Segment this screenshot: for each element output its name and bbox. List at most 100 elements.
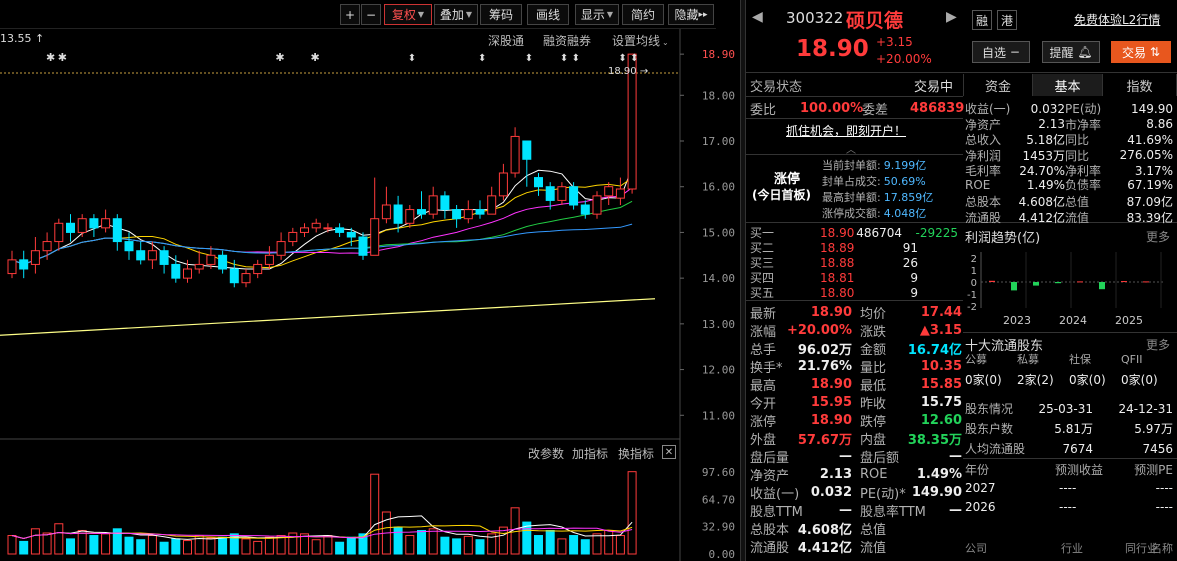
tab-fund-flow[interactable]: 资金 bbox=[963, 74, 1033, 96]
ma-line bbox=[0, 298, 656, 336]
profit-more-link[interactable]: 更多 bbox=[1146, 228, 1170, 245]
profit-bar bbox=[1099, 282, 1105, 290]
alert-button[interactable]: 提醒 🔔︎ bbox=[1042, 41, 1100, 63]
volume-tick: 97.60 bbox=[702, 466, 735, 479]
trade-button[interactable]: 交易 ⇅ bbox=[1111, 41, 1171, 63]
volume-bar bbox=[206, 537, 216, 555]
watchlist-label: 自选 bbox=[982, 45, 1007, 60]
volume-bar bbox=[615, 535, 625, 555]
candle bbox=[534, 173, 543, 196]
candle bbox=[42, 232, 52, 260]
candle bbox=[358, 232, 368, 260]
volume-bar bbox=[463, 535, 473, 555]
simple-mode-button[interactable]: 简约 bbox=[622, 4, 664, 25]
event-star-icon: ✱ bbox=[275, 51, 284, 64]
profit-year-label: 2024 bbox=[1059, 314, 1087, 327]
profit-trend-title: 利润趋势(亿) bbox=[965, 231, 1041, 246]
quote-row: 涨幅 +20.00% 涨跌 ▲3.15 bbox=[750, 323, 962, 340]
volume-bar bbox=[171, 538, 181, 555]
margin-badge[interactable]: 融 bbox=[972, 10, 992, 30]
chips-button[interactable]: 筹码 bbox=[480, 4, 522, 25]
candle bbox=[569, 182, 579, 210]
next-stock-icon[interactable]: ▶ bbox=[946, 9, 957, 25]
volume-bar bbox=[545, 529, 555, 555]
margin-indicator[interactable]: 融资融券 bbox=[543, 32, 591, 49]
candle bbox=[288, 227, 298, 247]
open-account-link[interactable]: 抓住机会，即刻开户！ bbox=[786, 122, 906, 139]
volume-bar bbox=[592, 533, 602, 555]
sz-connect-indicator[interactable]: 深股通 bbox=[488, 32, 524, 49]
profit-bar bbox=[989, 280, 995, 282]
profit-bar bbox=[1077, 281, 1083, 283]
chevron-down-icon: ⌄ bbox=[662, 38, 669, 47]
switch-indicator-button[interactable]: 换指标 bbox=[618, 445, 654, 462]
volume-bar bbox=[124, 536, 134, 555]
forecast-row: 2027 ---- ---- bbox=[965, 481, 1173, 495]
dropdown-icon: ▼ bbox=[417, 10, 425, 19]
price-tick: 18.90 bbox=[702, 48, 735, 61]
bid-row[interactable]: 买五 18.80 9 bbox=[750, 284, 962, 301]
quote-row: 最新 18.90 均价 17.44 bbox=[750, 305, 962, 322]
volume-bar bbox=[452, 538, 462, 555]
profit-y-tick: 0 bbox=[971, 278, 977, 289]
candle bbox=[194, 250, 204, 274]
price-tick: 16.00 bbox=[702, 181, 735, 194]
close-icon[interactable]: ✕ bbox=[662, 445, 676, 459]
quote-row: 盘后量 — 盘后额 — bbox=[750, 449, 962, 466]
event-diamond-icon: ⬍ bbox=[478, 53, 486, 64]
holders-more-link[interactable]: 更多 bbox=[1146, 336, 1170, 353]
quote-row: 总手 96.02万 金额 16.74亿 bbox=[750, 343, 962, 358]
volume-bar bbox=[323, 535, 333, 555]
price-tick: 13.00 bbox=[702, 318, 735, 331]
ma-settings[interactable]: 设置均线 ⌄ bbox=[612, 32, 669, 49]
candle bbox=[124, 232, 134, 260]
fundamental-row: 流通股 4.412亿 流值 83.39亿 bbox=[965, 210, 1173, 225]
overlay-button[interactable]: 叠加 ▼ bbox=[434, 4, 478, 25]
holder-info-row: 股东情况 25-03-31 24-12-31 bbox=[965, 401, 1173, 417]
candle bbox=[19, 250, 29, 279]
quote-row: 收益(一) 0.032 PE(动)* 149.90 bbox=[750, 485, 962, 502]
prev-stock-icon[interactable]: ◀ bbox=[752, 9, 763, 25]
add-indicator-button[interactable]: 加指标 bbox=[572, 445, 608, 462]
volume-bar bbox=[417, 529, 426, 555]
candle bbox=[311, 218, 321, 233]
minus-icon: − bbox=[1009, 45, 1020, 59]
event-diamond-icon: ⬍ bbox=[525, 53, 533, 64]
volume-bar bbox=[19, 540, 29, 555]
l2-trial-link[interactable]: 免费体验L2行情 bbox=[1074, 11, 1160, 28]
candle bbox=[592, 191, 602, 219]
draw-line-button[interactable]: 画线 bbox=[527, 4, 569, 25]
footer-row: 公司 行业 同行业 名称 bbox=[965, 542, 1173, 555]
high-marker-label: 13.55 ↑ bbox=[0, 32, 45, 45]
kline-chart[interactable]: ✱ ✱ ✱ ✱ ⬍ ⬍ ⬍ ⬍ ⬍ ⬍ ⬍ 18.90 18.00 17.00 16.00 15.00 14.… bbox=[0, 29, 740, 561]
profit-year-label: 2025 bbox=[1115, 314, 1143, 327]
event-diamond-icon: ⬍ bbox=[560, 53, 568, 64]
edit-params-button[interactable]: 改参数 bbox=[528, 445, 564, 462]
candle bbox=[604, 182, 614, 205]
volume-bar bbox=[241, 538, 251, 555]
current-price: 18.90 bbox=[796, 36, 869, 62]
tab-index[interactable]: 指数 bbox=[1103, 74, 1177, 96]
candle bbox=[452, 205, 462, 228]
profit-y-tick: 1 bbox=[971, 266, 977, 277]
hide-button[interactable]: 隐藏 ▸▸ bbox=[668, 4, 714, 25]
price-tick: 12.00 bbox=[702, 364, 735, 377]
profit-bar bbox=[1055, 282, 1061, 284]
last-price-label: 18.90 → bbox=[608, 66, 649, 77]
display-button[interactable]: 显示 ▼ bbox=[575, 4, 619, 25]
ma-settings-label: 设置均线 bbox=[612, 34, 661, 48]
restore-rights-button[interactable]: 复权 ▼ bbox=[384, 4, 432, 25]
tab-basic[interactable]: 基本 bbox=[1033, 74, 1103, 96]
zoom-out-button[interactable]: − bbox=[361, 4, 381, 25]
volume-bar bbox=[147, 535, 157, 555]
event-diamond-icon: ⬍ bbox=[630, 53, 638, 64]
zoom-in-button[interactable]: + bbox=[340, 4, 360, 25]
candle bbox=[253, 259, 263, 279]
volume-bar bbox=[77, 529, 87, 555]
hk-connect-badge[interactable]: 港 bbox=[997, 10, 1017, 30]
volume-bar bbox=[370, 473, 380, 555]
limit-info-row: 封单占成交: 50.69% bbox=[822, 174, 926, 189]
candle bbox=[323, 223, 333, 233]
watchlist-button[interactable]: 自选 − bbox=[972, 41, 1030, 63]
candle bbox=[475, 200, 485, 219]
